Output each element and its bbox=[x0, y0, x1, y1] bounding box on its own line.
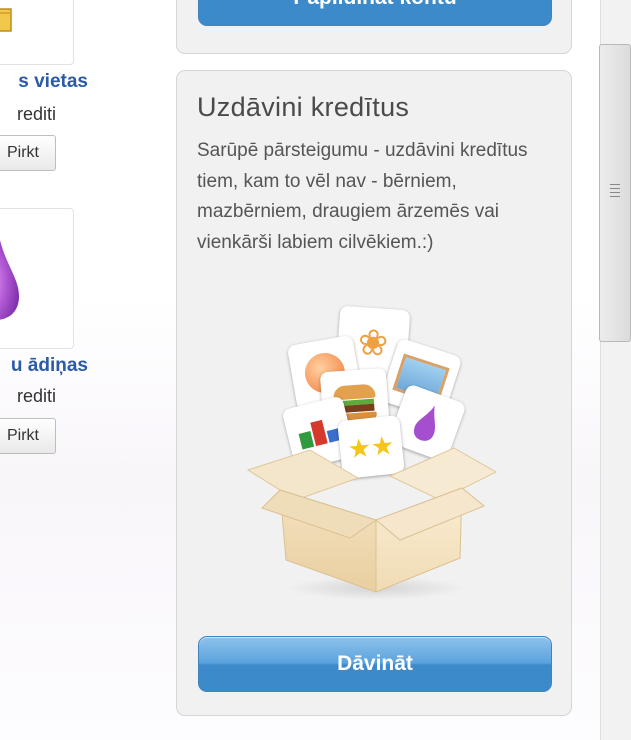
gift-box-illustration: ❀ ★★ bbox=[240, 300, 500, 600]
scrollbar-grip-icon bbox=[610, 184, 620, 198]
buy-button-2[interactable]: Pirkt bbox=[0, 418, 56, 454]
cardboard-box bbox=[246, 447, 498, 600]
item-price-2: rediti bbox=[16, 386, 56, 406]
scrollbar-thumb[interactable] bbox=[599, 44, 631, 342]
buy-button-1[interactable]: Pirkt bbox=[0, 135, 56, 171]
folder-icon bbox=[0, 8, 12, 32]
purple-drop-icon bbox=[0, 239, 19, 320]
item-thumbnail-1[interactable] bbox=[0, 0, 74, 65]
item-thumbnail-2[interactable] bbox=[0, 208, 74, 349]
top-up-button[interactable]: Papildināt kontu bbox=[198, 0, 552, 26]
gift-panel-description: Sarūpē pārsteigumu - uzdāvini kredītus t… bbox=[197, 140, 528, 253]
gift-button[interactable]: Dāvināt bbox=[198, 636, 552, 692]
item-title-1[interactable]: s vietas bbox=[0, 71, 88, 93]
item-price-1: rediti bbox=[16, 104, 56, 124]
item-title-2[interactable]: u ādiņas bbox=[0, 355, 88, 377]
gift-panel-title: Uzdāvini kredītus bbox=[197, 92, 410, 122]
